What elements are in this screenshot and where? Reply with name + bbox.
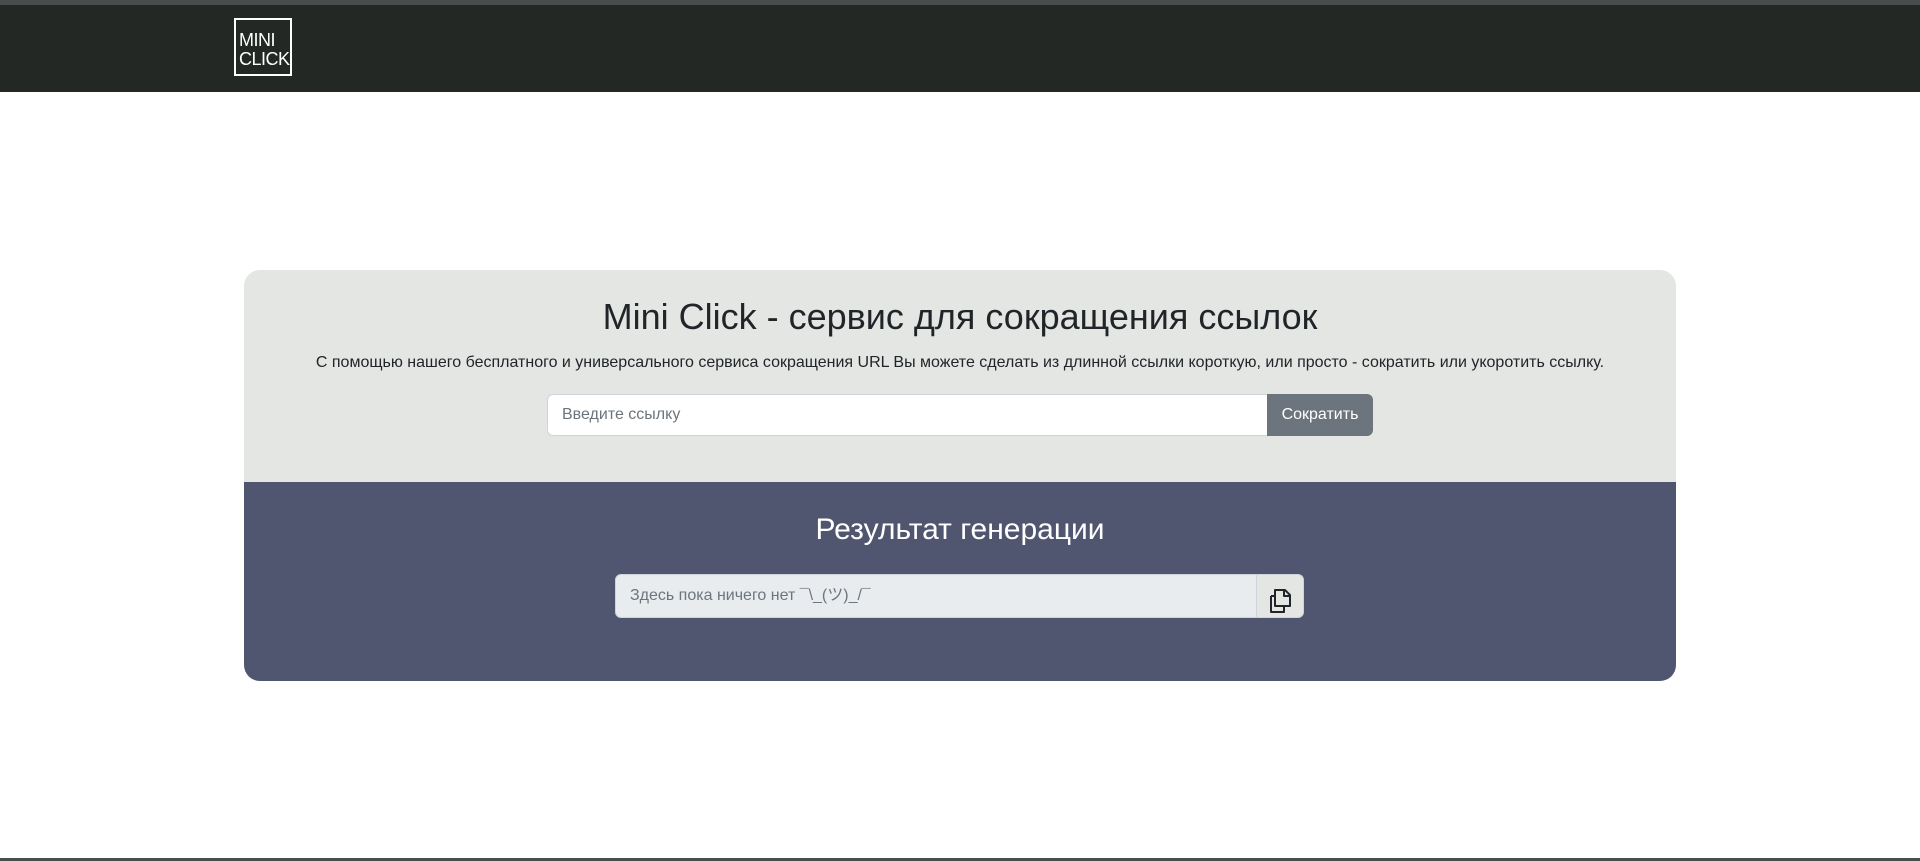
result-section: Результат генерации	[244, 482, 1676, 681]
url-input[interactable]	[547, 394, 1267, 436]
page-title: Mini Click - сервис для сокращения ссыло…	[602, 296, 1318, 337]
logo[interactable]: MINI CLICK	[234, 18, 292, 76]
page-description: С помощью нашего бесплатного и универсал…	[315, 354, 1605, 371]
copy-icon	[1270, 588, 1291, 613]
logo-line-2: CLICK	[239, 49, 290, 69]
shortener-form-section: Mini Click - сервис для сокращения ссыло…	[244, 270, 1676, 482]
result-output-field[interactable]	[615, 574, 1257, 618]
logo-line-1: MINI	[239, 30, 276, 50]
shorten-button[interactable]: Сократить	[1267, 394, 1373, 436]
shortener-card: Mini Click - сервис для сокращения ссыло…	[244, 270, 1676, 681]
copy-button[interactable]	[1256, 574, 1304, 618]
navbar: MINI CLICK	[0, 5, 1920, 92]
result-title: Результат генерации	[815, 513, 1105, 546]
